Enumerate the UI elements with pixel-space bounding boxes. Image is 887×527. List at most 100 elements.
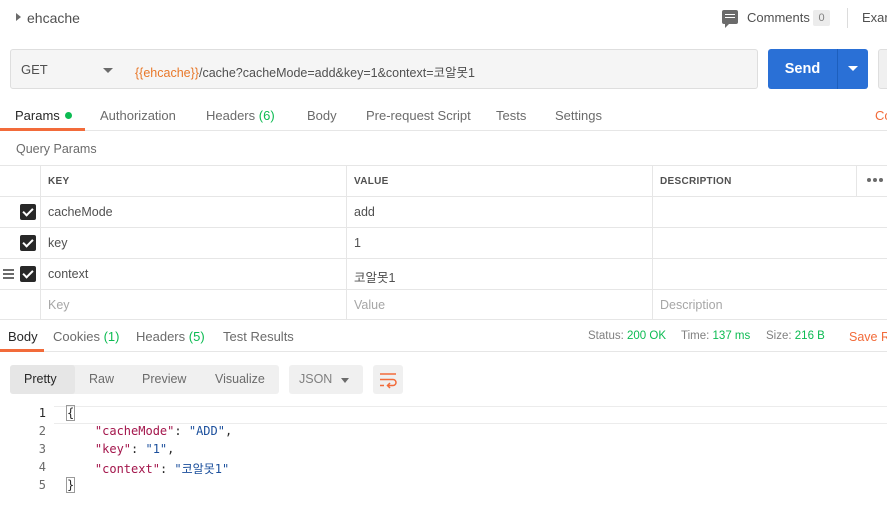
param-value: 코알못1 bbox=[354, 271, 396, 285]
tab-response-headers-label: Headers bbox=[136, 329, 186, 344]
param-description-cell[interactable] bbox=[652, 259, 887, 289]
param-description-cell[interactable] bbox=[652, 228, 887, 258]
description-placeholder: Description bbox=[660, 298, 723, 312]
param-value-cell[interactable]: 1 bbox=[346, 228, 653, 258]
json-comma: , bbox=[224, 424, 233, 438]
view-mode-visualize[interactable]: Visualize bbox=[215, 372, 265, 386]
view-mode-pretty[interactable]: Pretty bbox=[24, 372, 57, 386]
status-readout: Status: 200 OK bbox=[588, 330, 666, 342]
tab-prerequest-script[interactable]: Pre-request Script bbox=[366, 108, 471, 123]
line-number: 5 bbox=[38, 478, 46, 492]
param-key-cell[interactable]: context bbox=[40, 259, 347, 289]
save-response-button[interactable]: Save R bbox=[849, 330, 887, 344]
param-value: 1 bbox=[354, 236, 361, 250]
chevron-down-icon bbox=[103, 68, 113, 73]
column-header-description: DESCRIPTION bbox=[652, 166, 887, 196]
param-key: key bbox=[48, 236, 68, 250]
line-number: 2 bbox=[38, 424, 46, 438]
time-readout: Time: 137 ms bbox=[681, 330, 750, 342]
status-label: Status: bbox=[588, 330, 624, 342]
url-input[interactable]: {{ehcache}}/cache?cacheMode=add&key=1&co… bbox=[125, 49, 758, 89]
comments-button[interactable]: Comments bbox=[747, 10, 810, 25]
format-select[interactable]: JSON bbox=[289, 365, 363, 394]
param-key-cell[interactable]: cacheMode bbox=[40, 197, 347, 227]
param-value-cell[interactable]: add bbox=[346, 197, 653, 227]
line-number: 4 bbox=[38, 460, 46, 474]
tab-headers[interactable]: Headers (6) bbox=[206, 108, 275, 123]
json-comma: , bbox=[167, 442, 175, 456]
json-value: "ADD" bbox=[188, 424, 225, 438]
param-key: cacheMode bbox=[48, 205, 113, 219]
table-row: key 1 bbox=[0, 227, 887, 258]
tab-response-cookies[interactable]: Cookies (1) bbox=[53, 329, 119, 344]
param-value-cell[interactable]: 코알못1 bbox=[346, 259, 653, 289]
wrap-lines-button[interactable] bbox=[373, 365, 403, 394]
table-row: cacheMode add bbox=[0, 196, 887, 227]
size-label: Size: bbox=[766, 330, 792, 342]
active-indicator-dot bbox=[64, 112, 72, 120]
more-horizontal-icon[interactable] bbox=[867, 178, 871, 182]
row-enable-checkbox[interactable] bbox=[20, 266, 36, 282]
request-name[interactable]: ehcache bbox=[27, 10, 80, 26]
new-value-input[interactable]: Value bbox=[346, 290, 653, 320]
drag-handle-icon[interactable] bbox=[3, 269, 14, 271]
url-path: /cache?cacheMode=add&key=1&context=코알못1 bbox=[198, 66, 475, 80]
json-key: "context" bbox=[94, 462, 160, 476]
code-line-close-brace: } bbox=[66, 477, 76, 493]
tab-response-headers[interactable]: Headers (5) bbox=[136, 329, 205, 344]
cookies-link[interactable]: Co bbox=[875, 108, 887, 123]
column-header-label: DESCRIPTION bbox=[660, 176, 732, 187]
json-key: "key" bbox=[94, 442, 132, 456]
json-key: "cacheMode" bbox=[94, 424, 175, 438]
tab-settings[interactable]: Settings bbox=[555, 108, 602, 123]
comments-count-badge: 0 bbox=[813, 10, 830, 26]
code-line: "cacheMode": "ADD", bbox=[94, 424, 233, 438]
param-key: context bbox=[48, 267, 89, 281]
caret-right-icon[interactable] bbox=[16, 13, 21, 21]
column-header-label: VALUE bbox=[354, 176, 389, 187]
url-text: {{ehcache}}/cache?cacheMode=add&key=1&co… bbox=[135, 62, 475, 81]
tab-params[interactable]: Params bbox=[15, 108, 72, 123]
time-value[interactable]: 137 ms bbox=[713, 330, 751, 342]
active-tab-underline bbox=[0, 128, 85, 131]
new-key-input[interactable]: Key bbox=[40, 290, 347, 320]
response-body-editor[interactable]: 1 2 3 4 5 { "cacheMode": "ADD", "key": "… bbox=[0, 404, 887, 527]
comment-icon[interactable] bbox=[722, 10, 738, 28]
table-row-empty: Key Value Description bbox=[0, 289, 887, 320]
size-value[interactable]: 216 B bbox=[795, 330, 825, 342]
request-header-bar: ehcache Comments 0 Exar bbox=[0, 0, 887, 36]
chevron-down-icon bbox=[341, 378, 349, 383]
line-number: 1 bbox=[38, 406, 46, 420]
row-enable-checkbox[interactable] bbox=[20, 204, 36, 220]
view-mode-preview[interactable]: Preview bbox=[142, 372, 186, 386]
tab-headers-count: (6) bbox=[258, 108, 275, 123]
tab-response-body[interactable]: Body bbox=[8, 329, 38, 344]
send-options-button[interactable] bbox=[837, 49, 868, 89]
row-enable-checkbox[interactable] bbox=[20, 235, 36, 251]
examples-button[interactable]: Exar bbox=[862, 10, 887, 25]
status-value[interactable]: 200 OK bbox=[627, 330, 666, 342]
send-button[interactable]: Send bbox=[768, 49, 837, 89]
method-select[interactable]: GET bbox=[10, 49, 126, 89]
wrap-lines-icon bbox=[380, 373, 397, 389]
divider bbox=[847, 8, 848, 28]
tab-cookies-label: Cookies bbox=[53, 329, 100, 344]
tab-authorization[interactable]: Authorization bbox=[100, 108, 176, 123]
tab-tests[interactable]: Tests bbox=[496, 108, 526, 123]
tab-body[interactable]: Body bbox=[307, 108, 337, 123]
column-header-label: KEY bbox=[48, 176, 70, 187]
param-key-cell[interactable]: key bbox=[40, 228, 347, 258]
tab-test-results[interactable]: Test Results bbox=[223, 329, 294, 344]
request-tabs: Params Authorization Headers (6) Body Pr… bbox=[0, 100, 887, 131]
view-mode-raw[interactable]: Raw bbox=[89, 372, 114, 386]
chevron-down-icon bbox=[848, 66, 858, 71]
json-value: "1" bbox=[145, 442, 168, 456]
active-response-tab-underline bbox=[0, 349, 44, 352]
column-options[interactable] bbox=[856, 166, 887, 196]
size-readout: Size: 216 B bbox=[766, 330, 825, 342]
param-description-cell[interactable] bbox=[652, 197, 887, 227]
tab-headers-label: Headers bbox=[206, 108, 256, 123]
new-description-input[interactable]: Description bbox=[652, 290, 887, 320]
response-tabs: Body Cookies (1) Headers (5) Test Result… bbox=[0, 321, 887, 352]
save-button[interactable] bbox=[878, 49, 887, 89]
